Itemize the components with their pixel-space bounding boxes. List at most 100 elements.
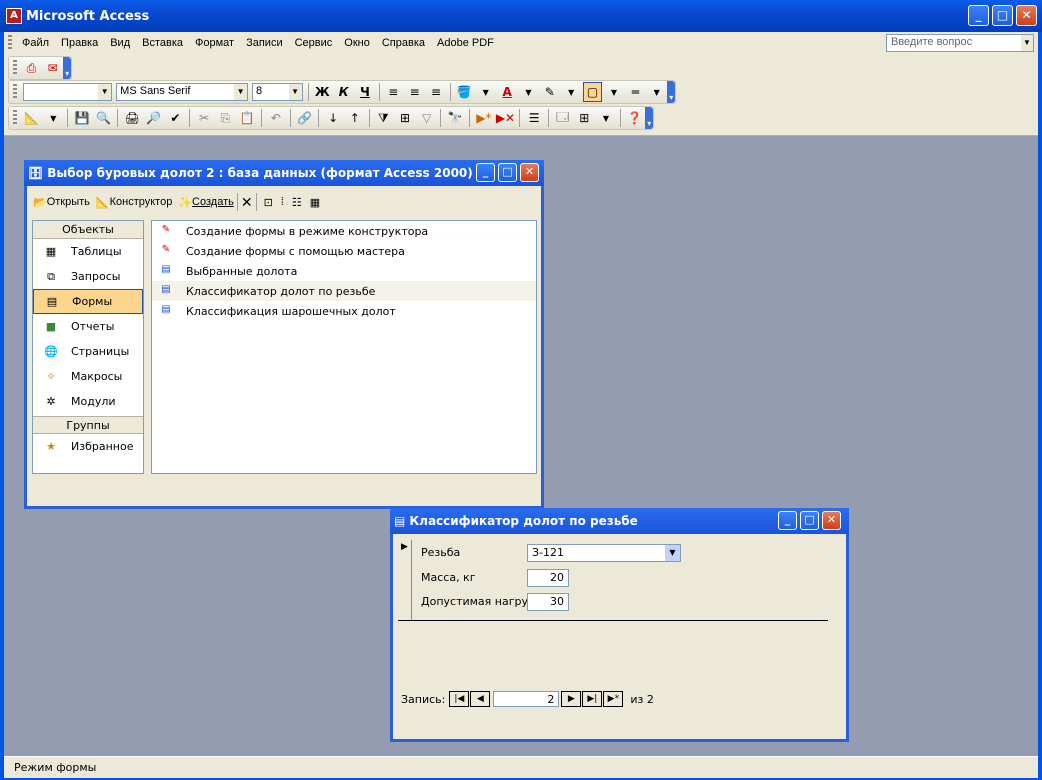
menu-window[interactable]: Окно xyxy=(338,37,376,49)
chevron-down-icon[interactable]: ▼ xyxy=(519,82,538,102)
font-size-combo[interactable]: 8 ▼ xyxy=(252,83,303,101)
menu-edit[interactable]: Правка xyxy=(55,37,104,49)
chevron-down-icon[interactable]: ▼ xyxy=(596,108,616,128)
align-right-icon[interactable]: ≡ xyxy=(426,82,445,102)
paste-icon[interactable]: 📋 xyxy=(238,108,258,128)
object-reports[interactable]: ■ Отчеты xyxy=(33,314,143,339)
list-view-icon[interactable]: ☷ xyxy=(292,196,302,209)
save-icon[interactable]: 💾 xyxy=(72,108,92,128)
font-combo[interactable]: MS Sans Serif ▼ xyxy=(116,83,249,101)
close-button[interactable]: ✕ xyxy=(822,511,841,530)
list-item-form[interactable]: ▤ Классификация шарошечных долот xyxy=(152,301,536,321)
title-bar[interactable]: A Microsoft Access _ □ ✕ xyxy=(0,0,1042,32)
undo-icon[interactable]: ↶ xyxy=(266,108,286,128)
menu-view[interactable]: Вид xyxy=(104,37,136,49)
italic-button[interactable]: К xyxy=(334,82,353,102)
bold-button[interactable]: Ж xyxy=(313,82,332,102)
object-tables[interactable]: ▦ Таблицы xyxy=(33,239,143,264)
hyperlink-icon[interactable]: 🔗 xyxy=(295,108,315,128)
sort-ascending-icon[interactable]: ↓ xyxy=(323,108,343,128)
object-queries[interactable]: ⧉ Запросы xyxy=(33,264,143,289)
object-forms[interactable]: ▤ Формы xyxy=(33,289,143,314)
chevron-down-icon[interactable]: ▼ xyxy=(647,82,666,102)
menu-help[interactable]: Справка xyxy=(376,37,431,49)
record-number-field[interactable]: 2 xyxy=(493,691,560,707)
chevron-down-icon[interactable]: ▼ xyxy=(665,545,680,561)
chevron-down-icon[interactable]: ▼ xyxy=(561,82,580,102)
menu-tools[interactable]: Сервис xyxy=(289,37,339,49)
font-color-icon[interactable]: A xyxy=(497,82,516,102)
chevron-down-icon[interactable]: ▼ xyxy=(98,84,112,100)
spelling-icon[interactable]: ✔ xyxy=(166,108,186,128)
toolbar-grip[interactable] xyxy=(13,84,17,100)
maximize-button[interactable]: □ xyxy=(992,5,1013,26)
create-button[interactable]: ✨ Создать xyxy=(178,196,234,209)
design-button[interactable]: 📐 Конструктор xyxy=(96,196,172,209)
list-item-wizard[interactable]: ✎ Создание формы с помощью мастера xyxy=(152,241,536,261)
database-window-icon[interactable]: 🗔 xyxy=(553,108,573,128)
toolbar-grip[interactable] xyxy=(13,110,17,126)
menu-format[interactable]: Формат xyxy=(189,37,240,49)
line-color-icon[interactable]: ✎ xyxy=(540,82,559,102)
border-style-icon[interactable]: ▢ xyxy=(582,82,603,102)
pdf-convert-icon[interactable]: ⎙ xyxy=(22,58,41,78)
minimize-button[interactable]: _ xyxy=(778,511,797,530)
database-window-titlebar[interactable]: 🗄 Выбор буровых долот 2 : база данных (ф… xyxy=(24,160,544,186)
print-preview-icon[interactable]: 🔎 xyxy=(144,108,164,128)
object-pages[interactable]: 🌐 Страницы xyxy=(33,339,143,364)
menu-adobe-pdf[interactable]: Adobe PDF xyxy=(431,37,500,49)
line-width-icon[interactable]: ═ xyxy=(626,82,645,102)
chevron-down-icon[interactable]: ▼ xyxy=(476,82,495,102)
maximize-button[interactable]: □ xyxy=(800,511,819,530)
new-record-icon[interactable]: ▶* xyxy=(603,691,624,707)
toolbar-options-icon[interactable]: ▾ xyxy=(667,81,676,103)
align-left-icon[interactable]: ≡ xyxy=(384,82,403,102)
print-icon[interactable]: 🖨 xyxy=(122,108,142,128)
access-app-icon[interactable]: A xyxy=(6,8,22,24)
object-macros[interactable]: ✧ Макросы xyxy=(33,364,143,389)
toolbar-options-icon[interactable]: ▾ xyxy=(63,57,71,79)
delete-record-icon[interactable]: ▶✕ xyxy=(496,108,516,128)
record-selector[interactable]: ▶ xyxy=(398,540,412,620)
form-window-titlebar[interactable]: ▤ Классификатор долот по резьбе _ □ ✕ xyxy=(390,508,849,534)
minimize-button[interactable]: _ xyxy=(968,5,989,26)
close-button[interactable]: ✕ xyxy=(1016,5,1037,26)
load-field[interactable]: 30 xyxy=(527,593,569,611)
menu-grip[interactable] xyxy=(8,35,12,51)
align-center-icon[interactable]: ≡ xyxy=(405,82,424,102)
group-favorites[interactable]: ★ Избранное xyxy=(33,434,143,459)
view-icon[interactable]: 📐 xyxy=(22,108,42,128)
close-button[interactable]: ✕ xyxy=(520,163,539,182)
sort-descending-icon[interactable]: ↑ xyxy=(345,108,365,128)
menu-file[interactable]: Файл xyxy=(16,37,55,49)
apply-filter-icon[interactable]: ▽ xyxy=(417,108,437,128)
large-icons-view-icon[interactable]: ⊡ xyxy=(264,196,273,209)
ask-question-box[interactable]: Введите вопрос ▼ xyxy=(886,34,1034,52)
copy-icon[interactable]: ⎘ xyxy=(216,108,236,128)
list-item-form[interactable]: ▤ Классификатор долот по резьбе xyxy=(152,281,536,301)
chevron-down-icon[interactable]: ▼ xyxy=(1021,35,1033,51)
underline-button[interactable]: Ч xyxy=(355,82,374,102)
chevron-down-icon[interactable]: ▼ xyxy=(234,84,248,100)
toolbar-options-icon[interactable]: ▾ xyxy=(645,107,654,129)
list-item-form[interactable]: ▤ Выбранные долота xyxy=(152,261,536,281)
maximize-button[interactable]: □ xyxy=(498,163,517,182)
new-record-icon[interactable]: ▶* xyxy=(474,108,494,128)
chevron-down-icon[interactable]: ▼ xyxy=(44,108,64,128)
cut-icon[interactable]: ✂ xyxy=(194,108,214,128)
menu-records[interactable]: Записи xyxy=(240,37,289,49)
properties-icon[interactable]: ☰ xyxy=(524,108,544,128)
delete-icon[interactable]: ✕ xyxy=(241,194,253,211)
chevron-down-icon[interactable]: ▼ xyxy=(604,82,623,102)
prev-record-icon[interactable]: ◀ xyxy=(470,691,491,707)
list-item-design-view[interactable]: ✎ Создание формы в режиме конструктора xyxy=(152,221,536,241)
chevron-down-icon[interactable]: ▼ xyxy=(288,84,302,100)
toolbar-grip[interactable] xyxy=(13,60,17,76)
mass-field[interactable]: 20 xyxy=(527,569,569,587)
fill-color-icon[interactable]: 🪣 xyxy=(455,82,474,102)
object-combo[interactable]: ▼ xyxy=(22,83,113,101)
menu-insert[interactable]: Вставка xyxy=(136,37,189,49)
first-record-icon[interactable]: |◀ xyxy=(449,691,470,707)
filter-by-form-icon[interactable]: ⊞ xyxy=(395,108,415,128)
last-record-icon[interactable]: ▶| xyxy=(582,691,603,707)
